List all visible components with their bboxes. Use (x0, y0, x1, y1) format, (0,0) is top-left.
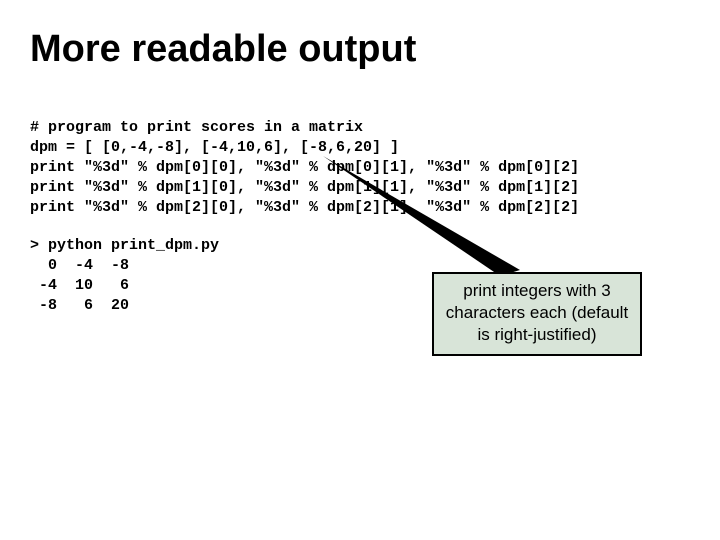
code-line-5: print "%3d" % dpm[2][0], "%3d" % dpm[2][… (30, 199, 579, 216)
callout-text: print integers with 3 characters each (d… (446, 281, 628, 344)
page-title: More readable output (30, 28, 416, 71)
output-line-2: 0 -4 -8 (30, 257, 129, 274)
code-block: # program to print scores in a matrix dp… (30, 118, 579, 218)
code-line-1: # program to print scores in a matrix (30, 119, 363, 136)
code-line-2: dpm = [ [0,-4,-8], [-4,10,6], [-8,6,20] … (30, 139, 399, 156)
slide: More readable output # program to print … (0, 0, 720, 540)
code-line-3: print "%3d" % dpm[0][0], "%3d" % dpm[0][… (30, 159, 579, 176)
output-line-1: > python print_dpm.py (30, 237, 219, 254)
output-line-3: -4 10 6 (30, 277, 129, 294)
code-line-4: print "%3d" % dpm[1][0], "%3d" % dpm[1][… (30, 179, 579, 196)
output-line-4: -8 6 20 (30, 297, 129, 314)
callout-box: print integers with 3 characters each (d… (432, 272, 642, 356)
output-block: > python print_dpm.py 0 -4 -8 -4 10 6 -8… (30, 236, 219, 316)
